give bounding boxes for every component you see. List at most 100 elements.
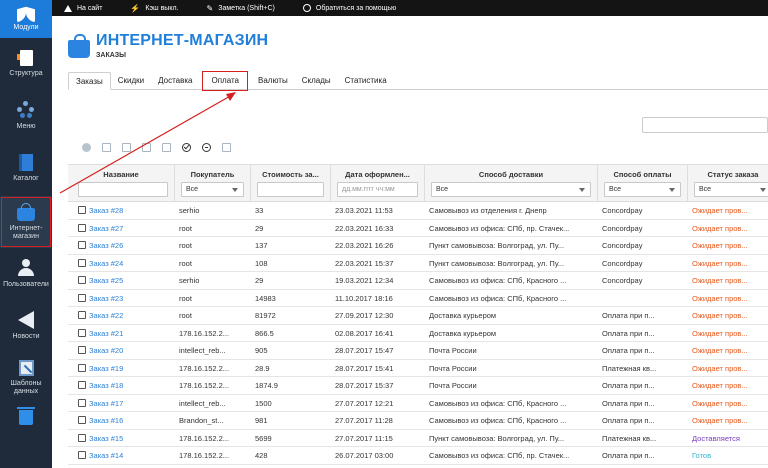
name-filter[interactable]	[78, 182, 168, 197]
cell-name[interactable]: Заказ #17	[68, 395, 175, 412]
cache-toggle[interactable]: ⚡ Кэш выкл.	[130, 4, 178, 13]
table-row[interactable]: Заказ #19 178.16.152.2... 28.9 28.07.2017 1…	[68, 360, 768, 377]
activate-icon[interactable]	[182, 143, 191, 152]
row-checkbox[interactable]	[78, 451, 86, 459]
row-checkbox[interactable]	[78, 398, 86, 407]
edit-icon[interactable]	[102, 143, 111, 152]
add-icon[interactable]	[82, 143, 91, 152]
to-site-link[interactable]: На сайт	[64, 4, 102, 12]
table-row[interactable]: Заказ #14 178.16.152.2... 428 26.07.2017 03…	[68, 447, 768, 465]
order-link[interactable]: Заказ #26	[89, 241, 123, 250]
order-link[interactable]: Заказ #14	[89, 451, 123, 460]
row-checkbox[interactable]	[78, 433, 86, 442]
row-checkbox[interactable]	[78, 293, 86, 302]
note-button[interactable]: ✎ Заметка (Shift+C)	[207, 4, 275, 13]
tab-discounts[interactable]: Скидки	[111, 72, 151, 90]
row-checkbox[interactable]	[78, 416, 86, 424]
cell-name[interactable]: Заказ #28	[68, 202, 175, 219]
cell-name[interactable]: Заказ #27	[68, 220, 175, 237]
payment-filter[interactable]: Все	[604, 182, 681, 197]
customer-filter[interactable]: Все	[181, 182, 244, 197]
order-link[interactable]: Заказ #17	[89, 399, 123, 408]
order-link[interactable]: Заказ #15	[89, 434, 123, 443]
cell-name[interactable]: Заказ #18	[68, 377, 175, 394]
column-header[interactable]: Способ оплаты	[598, 170, 687, 179]
table-row[interactable]: Заказ #20 intellect_reb... 905 28.07.2017 1…	[68, 342, 768, 360]
cell-name[interactable]: Заказ #25	[68, 272, 175, 289]
table-row[interactable]: Заказ #21 178.16.152.2... 866.5 02.08.2017 …	[68, 325, 768, 342]
order-link[interactable]: Заказ #28	[89, 206, 123, 215]
cell-name[interactable]: Заказ #16	[68, 412, 175, 429]
cell-name[interactable]: Заказ #21	[68, 325, 175, 342]
table-row[interactable]: Заказ #23 root 14983 11.10.2017 18:16 Самовы…	[68, 290, 768, 307]
csv-icon[interactable]	[222, 143, 231, 152]
order-link[interactable]: Заказ #19	[89, 364, 123, 373]
table-row[interactable]: Заказ #26 root 137 22.03.2021 16:26 Пункт са…	[68, 237, 768, 255]
row-checkbox[interactable]	[78, 311, 86, 319]
export-icon[interactable]	[142, 143, 151, 152]
row-checkbox[interactable]	[78, 206, 86, 214]
tab-currencies[interactable]: Валюты	[251, 72, 295, 90]
date-filter[interactable]: дд.мм.гггг чч:мм	[337, 182, 418, 197]
row-checkbox[interactable]	[78, 276, 86, 284]
row-checkbox[interactable]	[78, 223, 86, 232]
column-header[interactable]: Способ доставки	[425, 170, 597, 179]
cell-name[interactable]: Заказ #22	[68, 307, 175, 324]
sidebar-item-templates[interactable]: Шаблоны данных	[0, 352, 52, 404]
import-icon[interactable]	[162, 143, 171, 152]
column-header[interactable]: Стоимость за...	[251, 170, 330, 179]
help-link[interactable]: Обратиться за помощью	[302, 4, 396, 12]
cell-name[interactable]: Заказ #15	[68, 430, 175, 447]
column-header[interactable]: Название	[68, 170, 174, 179]
order-link[interactable]: Заказ #18	[89, 381, 123, 390]
sidebar-item-trash[interactable]	[0, 404, 52, 434]
row-checkbox[interactable]	[78, 346, 86, 354]
order-link[interactable]: Заказ #24	[89, 259, 123, 268]
row-checkbox[interactable]	[78, 381, 86, 389]
tab-warehouses[interactable]: Склады	[295, 72, 338, 90]
sidebar-item-users[interactable]: Пользователи	[0, 248, 52, 300]
table-row[interactable]: Заказ #16 Brandon_st... 981 27.07.2017 11:2…	[68, 412, 768, 430]
table-row[interactable]: Заказ #22 root 81972 27.09.2017 12:30 Достав…	[68, 307, 768, 325]
cell-name[interactable]: Заказ #19	[68, 360, 175, 377]
order-link[interactable]: Заказ #20	[89, 346, 123, 355]
sidebar-item-structure[interactable]: Структура	[0, 38, 52, 90]
deactivate-icon[interactable]	[202, 143, 211, 152]
table-row[interactable]: Заказ #28 serhio 33 23.03.2021 11:53 Самовыв…	[68, 202, 768, 220]
column-header[interactable]: Статус заказа	[688, 170, 768, 179]
table-row[interactable]: Заказ #17 intellect_reb... 1500 27.07.2017 …	[68, 395, 768, 412]
cell-name[interactable]: Заказ #20	[68, 342, 175, 359]
order-link[interactable]: Заказ #25	[89, 276, 123, 285]
tab-delivery[interactable]: Доставка	[151, 72, 199, 90]
order-link[interactable]: Заказ #27	[89, 224, 123, 233]
row-checkbox[interactable]	[78, 363, 86, 372]
status-filter[interactable]: Все	[694, 182, 768, 197]
cell-name[interactable]: Заказ #24	[68, 255, 175, 272]
order-link[interactable]: Заказ #23	[89, 294, 123, 303]
cell-name[interactable]: Заказ #26	[68, 237, 175, 254]
row-checkbox[interactable]	[78, 328, 86, 337]
delivery-filter[interactable]: Все	[431, 182, 591, 197]
search-input[interactable]	[642, 117, 768, 133]
modules-button[interactable]: Модули	[0, 0, 52, 38]
table-row[interactable]: Заказ #18 178.16.152.2... 1874.9 28.07.2017…	[68, 377, 768, 395]
sidebar-item-catalog[interactable]: Каталог	[0, 142, 52, 194]
sidebar-item-shop[interactable]: Интернет- магазин	[0, 196, 52, 248]
copy-icon[interactable]	[122, 143, 131, 152]
column-header[interactable]: Покупатель	[175, 170, 250, 179]
order-link[interactable]: Заказ #21	[89, 329, 123, 338]
cost-filter[interactable]	[257, 182, 324, 197]
table-row[interactable]: Заказ #25 serhio 29 19.03.2021 12:34 Самовыв…	[68, 272, 768, 290]
tab-statistics[interactable]: Статистика	[338, 72, 394, 90]
row-checkbox[interactable]	[78, 241, 86, 249]
table-row[interactable]: Заказ #27 root 29 22.03.2021 16:33 Самовывоз…	[68, 220, 768, 237]
cell-name[interactable]: Заказ #14	[68, 447, 175, 464]
sidebar-item-menu[interactable]: Меню	[0, 90, 52, 142]
order-link[interactable]: Заказ #16	[89, 416, 123, 425]
cell-name[interactable]: Заказ #23	[68, 290, 175, 307]
table-row[interactable]: Заказ #24 root 108 22.03.2021 15:37 Пункт са…	[68, 255, 768, 272]
sidebar-item-news[interactable]: Новости	[0, 300, 52, 352]
row-checkbox[interactable]	[78, 258, 86, 267]
column-header[interactable]: Дата оформлен...	[331, 170, 424, 179]
table-row[interactable]: Заказ #15 178.16.152.2... 5699 27.07.2017 1…	[68, 430, 768, 447]
